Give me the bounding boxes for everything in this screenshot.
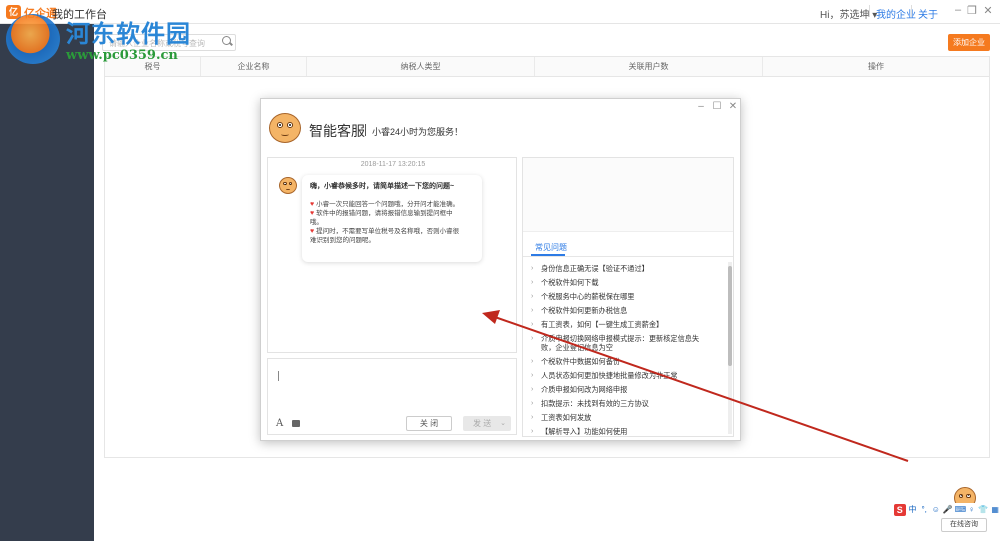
faq-item[interactable]: › 身份信息正确无误【验证不通过】	[531, 264, 723, 273]
column-header: 关联用户数	[535, 57, 763, 76]
banner-area	[523, 158, 733, 232]
column-header: 企业名称	[201, 57, 307, 76]
dialog-minimize-icon[interactable]: –	[695, 101, 707, 112]
faq-item[interactable]: › 个税服务中心的薪税保在哪里	[531, 292, 723, 301]
faq-item[interactable]: › 介质申报如何改为网络申报	[531, 385, 723, 394]
watermark-logo-icon	[6, 14, 60, 64]
tab-faq[interactable]: 常见问题	[535, 242, 567, 253]
font-icon[interactable]: A	[276, 418, 283, 429]
column-header: 纳税人类型	[307, 57, 535, 76]
tip-text: 难识别到您的问题呢。	[310, 237, 375, 244]
tab-divider	[523, 256, 733, 257]
ime-toolbox-icon[interactable]: ▦	[990, 505, 1000, 514]
ime-user-icon[interactable]: ♀	[967, 505, 977, 514]
image-icon[interactable]	[292, 420, 300, 427]
tip-line: ♥ 小睿一次只能回答一个问题哦，分开问才能准确。	[310, 200, 474, 209]
bot-avatar-icon	[279, 177, 297, 194]
tip-line: 哦。	[310, 218, 474, 227]
watermark-title: 河东软件园	[66, 20, 191, 48]
chevron-right-icon: ›	[531, 293, 534, 300]
chevron-right-icon: ›	[531, 307, 534, 314]
dialog-maximize-icon[interactable]: ☐	[711, 101, 723, 112]
ime-keyboard-icon[interactable]: ⌨	[955, 505, 967, 514]
top-divider	[869, 5, 870, 17]
faq-item[interactable]: › 人员状态如何更加快捷地批量修改为非正常	[531, 371, 723, 380]
tip-text: 哦。	[310, 219, 323, 226]
faq-item[interactable]: › 工资表如何发放	[531, 413, 723, 422]
ime-mode-icon[interactable]: 中	[908, 504, 918, 515]
top-divider	[911, 5, 912, 17]
close-button[interactable]: 关 闭	[406, 416, 452, 431]
close-window-icon[interactable]: ✕	[981, 4, 995, 17]
tip-text: 提问时，不需要写单位税号及名称哦，否则小睿很	[316, 228, 460, 235]
ime-logo-icon[interactable]: S	[894, 503, 906, 516]
online-consult-button[interactable]: 在线咨询	[941, 518, 987, 532]
smart-service-dialog: – ☐ ✕ 智能客服 小睿24小时为您服务！ 2018-11-17 13:20:…	[260, 98, 741, 441]
chevron-down-icon[interactable]: ⌄	[500, 416, 506, 431]
text-cursor	[278, 371, 279, 381]
faq-item[interactable]: › 个税软件中数据如何备份	[531, 357, 723, 366]
my-company-link[interactable]: 我的企业	[876, 6, 916, 21]
restore-icon[interactable]: ❐	[965, 4, 979, 17]
search-icon[interactable]	[222, 36, 231, 45]
tip-text: 软件中的报错问题，请将报错信息输到提问框中	[316, 210, 453, 217]
chevron-right-icon: ›	[531, 414, 534, 421]
chevron-right-icon: ›	[531, 400, 534, 407]
faq-item[interactable]: › 个税软件如何下载	[531, 278, 723, 287]
ime-toolbar[interactable]: S 中 °, ☺ 🎤 ⌨ ♀ 👕 ▦	[892, 503, 1000, 516]
faq-item-continued[interactable]: 败，企业登记信息为空	[531, 343, 723, 352]
chat-timestamp: 2018-11-17 13:20:15	[360, 161, 426, 168]
bot-greeting: 嗨，小睿恭候多时，请简单描述一下您的问题~	[310, 183, 455, 190]
sidebar	[0, 24, 94, 541]
faq-item[interactable]: › 个税软件如何更新办税信息	[531, 306, 723, 315]
title-divider	[365, 124, 366, 136]
send-label: 发 送	[473, 419, 492, 428]
dialog-close-icon[interactable]: ✕	[727, 101, 739, 112]
ime-voice-icon[interactable]: 🎤	[943, 505, 953, 514]
about-link[interactable]: 关于	[918, 6, 938, 21]
faq-item[interactable]: › 介质申报切换网络申报模式提示：更新核定信息失	[531, 334, 723, 343]
scroll-thumb[interactable]	[728, 266, 732, 366]
chevron-right-icon: ›	[531, 372, 534, 379]
bot-message: 嗨，小睿恭候多时，请简单描述一下您的问题~ ♥ 小睿一次只能回答一个问题哦，分开问…	[302, 175, 482, 262]
dialog-subtitle: 小睿24小时为您服务！	[372, 127, 464, 137]
faq-panel: 常见问题 › 身份信息正确无误【验证不通过】 › 个税软件如何下载 › 个税服务中心的…	[522, 157, 734, 437]
chevron-right-icon: ›	[531, 321, 534, 328]
faq-item[interactable]: › 扣款提示：未找到有效的三方协议	[531, 399, 723, 408]
chat-history[interactable]: 2018-11-17 13:20:15 嗨，小睿恭候多时，请简单描述一下您的问题…	[267, 157, 517, 353]
ime-skin-icon[interactable]: 👕	[978, 505, 988, 514]
chevron-right-icon: ›	[531, 279, 534, 286]
chevron-right-icon: ›	[531, 358, 534, 365]
faq-item[interactable]: › 【解析导入】功能如何使用	[531, 427, 723, 436]
heart-icon: ♥	[310, 228, 315, 235]
ime-emoji-icon[interactable]: ☺	[931, 505, 941, 514]
app-window: 亿 亿企通 我的工作台 Hi，苏选坤 ▾ 我的企业 关于 – ❐ ✕ 请输入企业…	[0, 0, 1000, 541]
ime-punctuation-icon[interactable]: °,	[919, 505, 929, 514]
faq-scrollbar[interactable]	[728, 262, 732, 434]
dialog-title: 智能客服	[309, 123, 365, 139]
chevron-right-icon: ›	[531, 428, 534, 435]
tip-line: ♥ 软件中的报错问题，请将报错信息输到提问框中	[310, 209, 474, 218]
heart-icon: ♥	[310, 201, 315, 208]
tip-line: ♥ 提问时，不需要写单位税号及名称哦，否则小睿很	[310, 227, 474, 236]
faq-list: › 身份信息正确无误【验证不通过】 › 个税软件如何下载 › 个税服务中心的薪税保在哪…	[531, 264, 723, 441]
heart-icon: ♥	[310, 210, 315, 217]
message-input[interactable]: A 关 闭 发 送 ⌄	[267, 358, 517, 435]
chevron-right-icon: ›	[531, 265, 534, 272]
mascot-avatar-icon	[269, 113, 301, 143]
column-header: 操作	[868, 62, 884, 71]
tip-text: 小睿一次只能回答一个问题哦，分开问才能准确。	[316, 201, 460, 208]
table-header: 税号 企业名称 纳税人类型 关联用户数 操作	[105, 57, 989, 77]
chevron-right-icon: ›	[531, 386, 534, 393]
minimize-icon[interactable]: –	[951, 4, 965, 16]
faq-item[interactable]: › 有工资表，如何【一键生成工资薪金】	[531, 320, 723, 329]
watermark-url: www.pc0359.cn	[66, 48, 178, 63]
tip-line: 难识别到您的问题呢。	[310, 236, 474, 245]
chevron-right-icon: ›	[531, 335, 534, 342]
add-company-button[interactable]: 添加企业	[948, 34, 990, 51]
send-button[interactable]: 发 送 ⌄	[463, 416, 511, 431]
